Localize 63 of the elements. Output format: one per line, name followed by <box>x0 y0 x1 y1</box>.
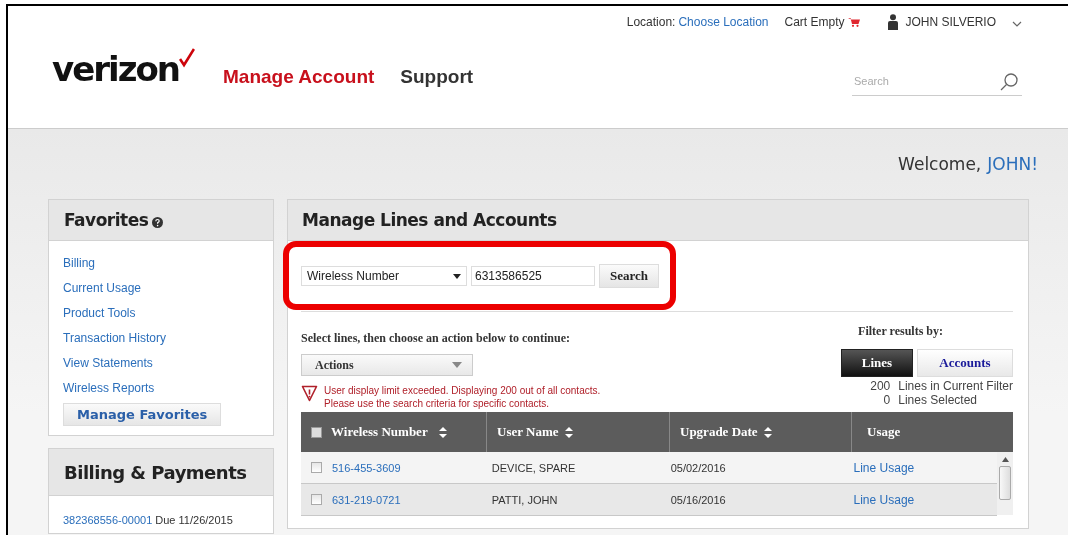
favorite-link[interactable]: Wireless Reports <box>63 376 259 401</box>
sort-icon <box>438 426 447 438</box>
person-icon <box>887 14 898 30</box>
favorite-link[interactable]: Billing <box>63 251 259 276</box>
scroll-thumb[interactable] <box>999 466 1011 500</box>
actions-dropdown[interactable]: Actions <box>301 354 473 376</box>
filter-tab[interactable]: Lines <box>841 349 913 377</box>
scrollbar[interactable] <box>997 452 1013 515</box>
manage-favorites-button[interactable]: Manage Favorites <box>63 403 222 426</box>
location-label: Location: <box>626 15 676 29</box>
nav-link[interactable]: Support <box>400 66 474 88</box>
panel-title: Manage Lines and Accounts <box>302 210 557 230</box>
date-cell: 05/16/2016 <box>670 493 726 506</box>
user-name-cell: PATTI, JOHN <box>491 493 558 506</box>
sort-icon <box>564 426 573 438</box>
column-header[interactable]: Wireless Number <box>301 412 486 452</box>
phone-number-link[interactable]: 516-455-3609 <box>332 461 401 474</box>
checkbox[interactable] <box>311 462 322 473</box>
checkbox[interactable] <box>311 426 322 438</box>
search-type-dropdown[interactable]: Wireless Number <box>301 266 467 286</box>
line-usage-link[interactable]: Line Usage <box>853 460 915 475</box>
cart-status: Cart Empty <box>784 15 845 29</box>
favorite-link[interactable]: Product Tools <box>63 301 259 326</box>
help-icon <box>152 216 164 228</box>
favorite-link[interactable]: Current Usage <box>63 276 259 301</box>
count-number: 200 <box>870 379 891 393</box>
account-number-link[interactable]: 382368556-00001 <box>63 514 153 526</box>
date-cell: 05/02/2016 <box>670 461 726 474</box>
user-first-name: JOHN! <box>987 154 1038 174</box>
nav-link[interactable]: Manage Account <box>223 66 375 88</box>
warning-text: User display limit exceeded. Displaying 200 out of all contacts. <box>324 384 601 397</box>
welcome-text: Welcome, <box>898 154 982 174</box>
instruction-text: Select lines, then choose an action below to continue: <box>301 331 571 346</box>
user-name[interactable]: JOHN SILVERIO <box>905 15 996 29</box>
search-icon <box>1000 73 1018 91</box>
filter-tab[interactable]: Accounts <box>917 349 1013 377</box>
user-name-cell: DEVICE, SPARE <box>491 461 576 474</box>
filter-label: Filter results by: <box>858 324 943 339</box>
cart-icon <box>847 17 860 27</box>
phone-number-link[interactable]: 631-219-0721 <box>332 493 401 506</box>
chevron-down-icon <box>1012 21 1022 27</box>
search-button[interactable]: Search <box>599 264 660 288</box>
favorite-link[interactable]: Transaction History <box>63 326 259 351</box>
search-value-field[interactable]: 6313586525 <box>471 266 595 286</box>
panel-title: Billing & Payments <box>64 461 247 483</box>
panel-title: Favorites <box>64 210 149 230</box>
favorite-link[interactable]: View Statements <box>63 351 259 376</box>
checkbox[interactable] <box>311 494 322 505</box>
due-date: Due 11/26/2015 <box>155 514 233 526</box>
line-usage-link[interactable]: Line Usage <box>853 492 915 507</box>
count-label: Lines Selected <box>898 393 977 407</box>
search-field[interactable]: Search <box>852 69 1022 96</box>
count-number: 0 <box>883 393 891 407</box>
caret-icon <box>453 273 461 279</box>
sort-icon <box>763 426 772 438</box>
logo-text: verizon <box>52 52 179 86</box>
warning-icon <box>301 385 318 402</box>
checkmark-icon <box>179 48 195 68</box>
caret-icon <box>452 362 462 368</box>
warning-text: Please use the search criteria for specific contacts. <box>324 397 551 410</box>
scroll-up-icon <box>1001 457 1009 462</box>
count-label: Lines in Current Filter <box>898 379 1013 393</box>
choose-location-link[interactable]: Choose Location <box>678 15 769 29</box>
